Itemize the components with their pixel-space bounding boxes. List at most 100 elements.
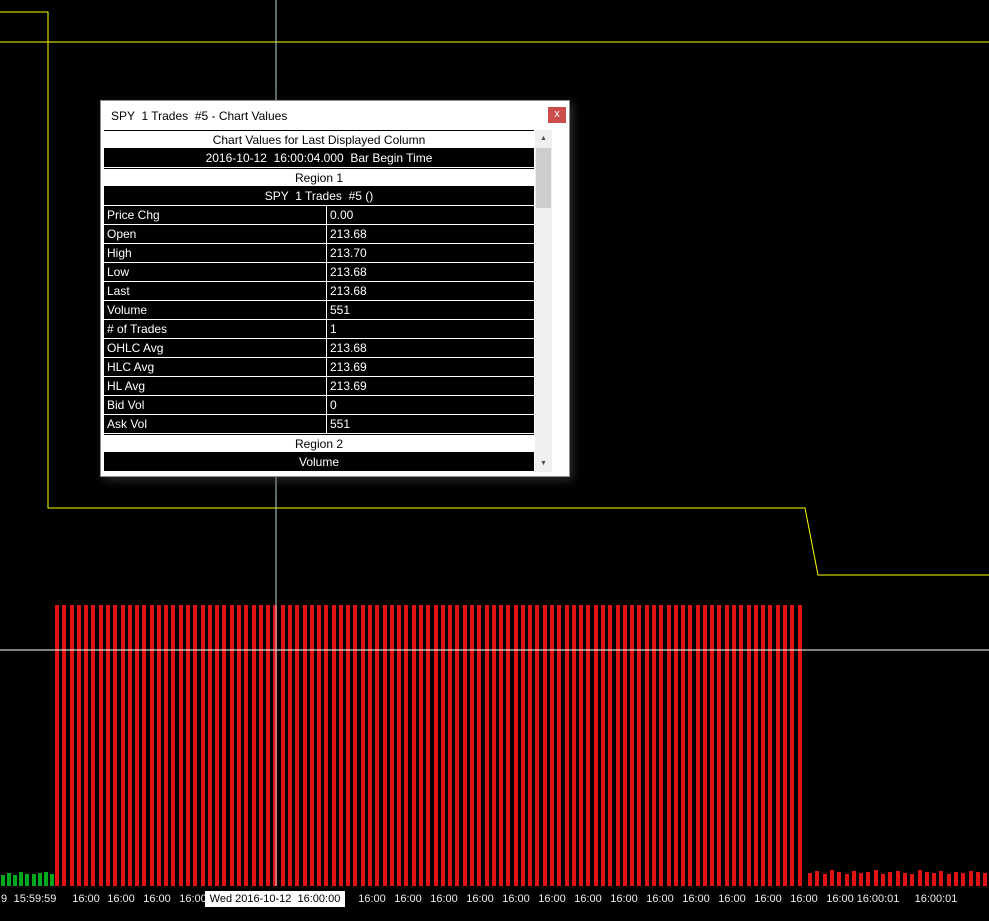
volume-bar xyxy=(615,605,620,886)
volume-bar xyxy=(593,605,598,886)
value-label: Bid Vol xyxy=(104,396,327,414)
volume-bar xyxy=(98,605,103,886)
value-label: Ask Vol xyxy=(104,415,327,433)
volume-bar xyxy=(76,605,81,886)
volume-bar xyxy=(975,872,980,886)
volume-bar xyxy=(84,605,89,886)
close-button[interactable]: x xyxy=(548,107,566,123)
time-tick-label: 16:00 xyxy=(754,893,782,905)
time-tick-label: 9 xyxy=(0,893,8,905)
volume-bar xyxy=(564,605,569,886)
time-tick-label: 16:00 xyxy=(538,893,566,905)
volume-bar xyxy=(513,605,518,886)
value-number: 213.69 xyxy=(330,379,367,393)
value-number: 213.70 xyxy=(330,246,367,260)
volume-bar xyxy=(946,874,951,886)
chart-value-row: Price Chg 0.00 xyxy=(104,206,534,225)
volume-bar xyxy=(939,871,944,886)
volume-bar xyxy=(815,871,820,886)
time-tick-label: 16:00 xyxy=(358,893,386,905)
scroll-thumb[interactable] xyxy=(536,148,551,208)
volume-bar xyxy=(178,605,183,886)
chart-value-row: Low 213.68 xyxy=(104,263,534,282)
scrollbar[interactable]: ▲ ▼ xyxy=(535,130,552,472)
volume-bar xyxy=(983,873,988,886)
value-label: OHLC Avg xyxy=(104,339,327,357)
window-titlebar[interactable]: SPY 1 Trades #5 - Chart Values x xyxy=(101,101,569,130)
volume-bar xyxy=(968,871,973,886)
chart-value-row: High 213.70 xyxy=(104,244,534,263)
volume-bar xyxy=(62,605,67,886)
volume-bar xyxy=(346,605,351,886)
volume-bar xyxy=(113,605,118,886)
time-tick-label: 16:00 xyxy=(790,893,818,905)
chart-value-row: OHLC Avg 213.68 xyxy=(104,339,534,358)
volume-bar xyxy=(455,605,460,886)
volume-bar xyxy=(207,605,212,886)
chart-value-row: # of Trades 1 xyxy=(104,320,534,339)
volume-bar xyxy=(440,605,445,886)
volume-bar xyxy=(542,605,547,886)
region2-header-row: Region 2 xyxy=(104,434,534,453)
chart-value-row: HL Avg 213.69 xyxy=(104,377,534,396)
volume-bar xyxy=(859,873,864,886)
volume-bar xyxy=(135,605,140,886)
chart-canvas[interactable]: Wed 2016-10-12 16:00:00 9 15:59:59 16:00 16… xyxy=(0,0,989,921)
volume-bar xyxy=(881,874,885,886)
volume-bar xyxy=(280,605,285,886)
value-number: 1 xyxy=(330,322,337,336)
volume-bar xyxy=(535,605,540,886)
chart-value-row: Bid Vol 0 xyxy=(104,396,534,415)
volume-bar xyxy=(222,605,227,886)
crosshair-time-label: Wed 2016-10-12 16:00:00 xyxy=(205,891,345,907)
volume-bar xyxy=(149,605,154,886)
time-tick-label: 16:00 xyxy=(72,893,100,905)
volume-bar xyxy=(164,605,169,886)
volume-bar xyxy=(961,873,966,886)
volume-bar xyxy=(324,605,329,886)
value-number: 213.68 xyxy=(330,227,367,241)
chart-value-row: HLC Avg 213.69 xyxy=(104,358,534,377)
volume-bar xyxy=(783,605,787,886)
volume-bar xyxy=(397,605,402,886)
volume-bar xyxy=(477,605,482,886)
time-tick-label: 16:00 xyxy=(718,893,746,905)
chart-values-window: SPY 1 Trades #5 - Chart Values x Chart V… xyxy=(100,100,570,477)
volume-bar xyxy=(761,605,766,886)
volume-bar xyxy=(37,873,42,886)
volume-bar xyxy=(888,872,893,886)
volume-bar xyxy=(258,605,263,886)
value-number: 551 xyxy=(330,417,351,431)
volume-bar xyxy=(419,605,423,886)
volume-bar xyxy=(710,605,715,886)
volume-bar xyxy=(829,870,834,886)
time-tick-label: 16:00 xyxy=(646,893,674,905)
volume-bar xyxy=(49,874,54,886)
volume-bar xyxy=(433,605,438,886)
value-number: 551 xyxy=(330,303,351,317)
volume-bar xyxy=(368,605,373,886)
volume-bar xyxy=(317,605,322,886)
chart-value-row: Ask Vol 551 xyxy=(104,415,534,434)
volume-bar xyxy=(375,605,380,886)
volume-bar xyxy=(688,605,693,886)
volume-bar xyxy=(127,605,132,886)
volume-bar xyxy=(790,605,795,886)
volume-bar xyxy=(266,605,271,886)
volume-bar xyxy=(1,875,5,886)
window-content: Chart Values for Last Displayed Column 2… xyxy=(101,130,569,476)
time-tick-label: 16:00 xyxy=(107,893,135,905)
volume-bar xyxy=(491,605,496,886)
scroll-up-button[interactable]: ▲ xyxy=(535,130,552,147)
volume-bar xyxy=(528,605,533,886)
scroll-down-button[interactable]: ▼ xyxy=(535,455,552,472)
time-tick-label: 16:00 xyxy=(682,893,710,905)
volume-bar xyxy=(666,605,671,886)
volume-bar xyxy=(331,605,336,886)
volume-bar xyxy=(31,874,36,886)
volume-bar xyxy=(302,605,307,886)
volume-bar xyxy=(608,605,613,886)
value-number: 213.68 xyxy=(330,284,367,298)
volume-bar xyxy=(237,605,241,886)
volume-bar xyxy=(360,605,365,886)
